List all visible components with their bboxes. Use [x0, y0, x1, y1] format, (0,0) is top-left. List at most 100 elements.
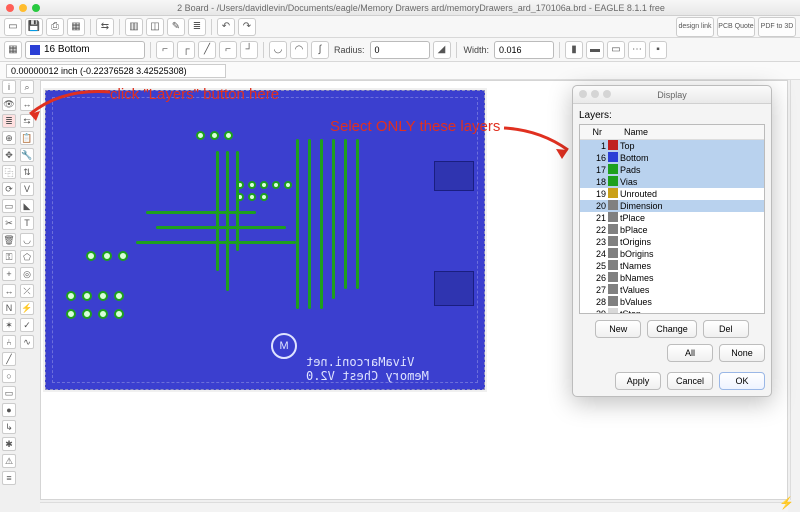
script-button[interactable]: ✎ [167, 18, 185, 36]
cut-tool[interactable]: ✂ [2, 216, 16, 230]
route-tool[interactable]: ↳ [2, 420, 16, 434]
layer-row[interactable]: 21tPlace [580, 212, 764, 224]
radius-input[interactable]: 0 [370, 41, 430, 59]
bend5-button[interactable]: ┘ [240, 41, 258, 59]
dim-tool[interactable]: ↔ [20, 97, 34, 111]
open-button[interactable]: ▭ [4, 18, 22, 36]
via-tool[interactable]: ● [2, 403, 16, 417]
pinswap-tool[interactable]: ⇅ [20, 165, 34, 179]
poly-tool[interactable]: ⬠ [20, 250, 34, 264]
bend1-button[interactable]: ⌐ [156, 41, 174, 59]
layer-row[interactable]: 24bOrigins [580, 248, 764, 260]
layers-button[interactable]: ≣ [2, 114, 16, 128]
minimize-icon[interactable] [19, 4, 27, 12]
all-button[interactable]: All [667, 344, 713, 362]
bend4-button[interactable]: ⌐ [219, 41, 237, 59]
miter-button[interactable]: ◢ [433, 41, 451, 59]
eye-tool[interactable]: 👁 [2, 97, 16, 111]
layer-row[interactable]: 19Unrouted [580, 188, 764, 200]
circle-tool[interactable]: ○ [2, 369, 16, 383]
info-tool[interactable]: i [2, 80, 16, 94]
pcbquote-button[interactable]: PCB Quote [717, 17, 755, 37]
designlink-button[interactable]: design link [676, 17, 714, 37]
width-input[interactable]: 0.016 [494, 41, 554, 59]
style2-button[interactable]: ▬ [586, 41, 604, 59]
layer-row[interactable]: 27tValues [580, 284, 764, 296]
mark-tool[interactable]: ⊕ [2, 131, 16, 145]
change-tool[interactable]: 🔧 [20, 148, 34, 162]
ratsnest-tool[interactable]: ✱ [2, 437, 16, 451]
change-button[interactable]: Change [647, 320, 697, 338]
replace-tool[interactable]: ↔ [2, 284, 16, 298]
smash-tool[interactable]: ✶ [2, 318, 16, 332]
delete-tool[interactable]: 🗑 [2, 233, 16, 247]
arc-tool[interactable]: ◡ [20, 233, 34, 247]
pdf3d-button[interactable]: PDF to 3D [758, 17, 796, 37]
save-button[interactable]: 💾 [25, 18, 43, 36]
auto-tool[interactable]: ⚡ [20, 301, 34, 315]
arc3-button[interactable]: ∫ [311, 41, 329, 59]
grid-button[interactable]: ▦ [4, 41, 22, 59]
new-button[interactable]: New [595, 320, 641, 338]
sheet-button[interactable]: ▥ [125, 18, 143, 36]
apply-button[interactable]: Apply [615, 372, 661, 390]
zoom-icon[interactable] [32, 4, 40, 12]
coord-input[interactable]: 0.00000012 inch (-0.22376528 3.42525308) [6, 64, 226, 78]
lock-tool[interactable]: ⚿ [2, 250, 16, 264]
library-button[interactable]: ◫ [146, 18, 164, 36]
print-button[interactable]: ⎙ [46, 18, 64, 36]
layer-row[interactable]: 20Dimension [580, 200, 764, 212]
layer-row[interactable]: 26bNames [580, 272, 764, 284]
bend2-button[interactable]: ┌ [177, 41, 195, 59]
cam-button[interactable]: ▦ [67, 18, 85, 36]
paste-tool[interactable]: 📋 [20, 131, 34, 145]
show-tool[interactable]: ⌕ [20, 80, 34, 94]
ripup-tool[interactable]: ⤫ [20, 284, 34, 298]
arc2-button[interactable]: ◠ [290, 41, 308, 59]
none-button[interactable]: None [719, 344, 765, 362]
value-tool[interactable]: V [20, 182, 34, 196]
dialog-zoom-icon[interactable] [603, 90, 611, 98]
name-tool[interactable]: N [2, 301, 16, 315]
scrollbar-vertical[interactable] [790, 80, 800, 500]
bend3-button[interactable]: ╱ [198, 41, 216, 59]
add-tool[interactable]: + [2, 267, 16, 281]
layer-row[interactable]: 28bValues [580, 296, 764, 308]
style1-button[interactable]: ▮ [565, 41, 583, 59]
layer-row[interactable]: 1Top [580, 140, 764, 152]
cancel-button[interactable]: Cancel [667, 372, 713, 390]
close-icon[interactable] [6, 4, 14, 12]
layers-list[interactable]: Nr Name 1Top16Bottom17Pads18Vias19Unrout… [579, 124, 765, 314]
ok-button[interactable]: OK [719, 372, 765, 390]
style3-button[interactable]: ▭ [607, 41, 625, 59]
copy-tool[interactable]: ⿻ [2, 165, 16, 179]
layer-row[interactable]: 25tNames [580, 260, 764, 272]
meander-tool[interactable]: ∿ [20, 335, 34, 349]
redo-button[interactable]: ↷ [238, 18, 256, 36]
layer-row[interactable]: 16Bottom [580, 152, 764, 164]
style5-button[interactable]: ▪ [649, 41, 667, 59]
layer-row[interactable]: 18Vias [580, 176, 764, 188]
scrollbar-horizontal[interactable] [40, 502, 788, 512]
miter-tool[interactable]: ◣ [20, 199, 34, 213]
dialog-min-icon[interactable] [591, 90, 599, 98]
layer-row[interactable]: 17Pads [580, 164, 764, 176]
wire-tool[interactable]: ╱ [2, 352, 16, 366]
erc-tool[interactable]: ⚠ [2, 454, 16, 468]
ulp-button[interactable]: ≣ [188, 18, 206, 36]
rotate-tool[interactable]: ⟳ [2, 182, 16, 196]
layer-row[interactable]: 29tStop [580, 308, 764, 314]
text-tool[interactable]: T [20, 216, 34, 230]
undo-button[interactable]: ↶ [217, 18, 235, 36]
data-tool[interactable]: ≡ [2, 471, 16, 485]
sch-brd-button[interactable]: ⇆ [96, 18, 114, 36]
mirror-tool[interactable]: ⮀ [20, 114, 34, 128]
layer-row[interactable]: 23tOrigins [580, 236, 764, 248]
drc-tool[interactable]: ✓ [20, 318, 34, 332]
del-button[interactable]: Del [703, 320, 749, 338]
split-tool[interactable]: ⑃ [2, 335, 16, 349]
style4-button[interactable]: ⋯ [628, 41, 646, 59]
rect-tool[interactable]: ▭ [2, 386, 16, 400]
hole-tool[interactable]: ◎ [20, 267, 34, 281]
arc1-button[interactable]: ◡ [269, 41, 287, 59]
